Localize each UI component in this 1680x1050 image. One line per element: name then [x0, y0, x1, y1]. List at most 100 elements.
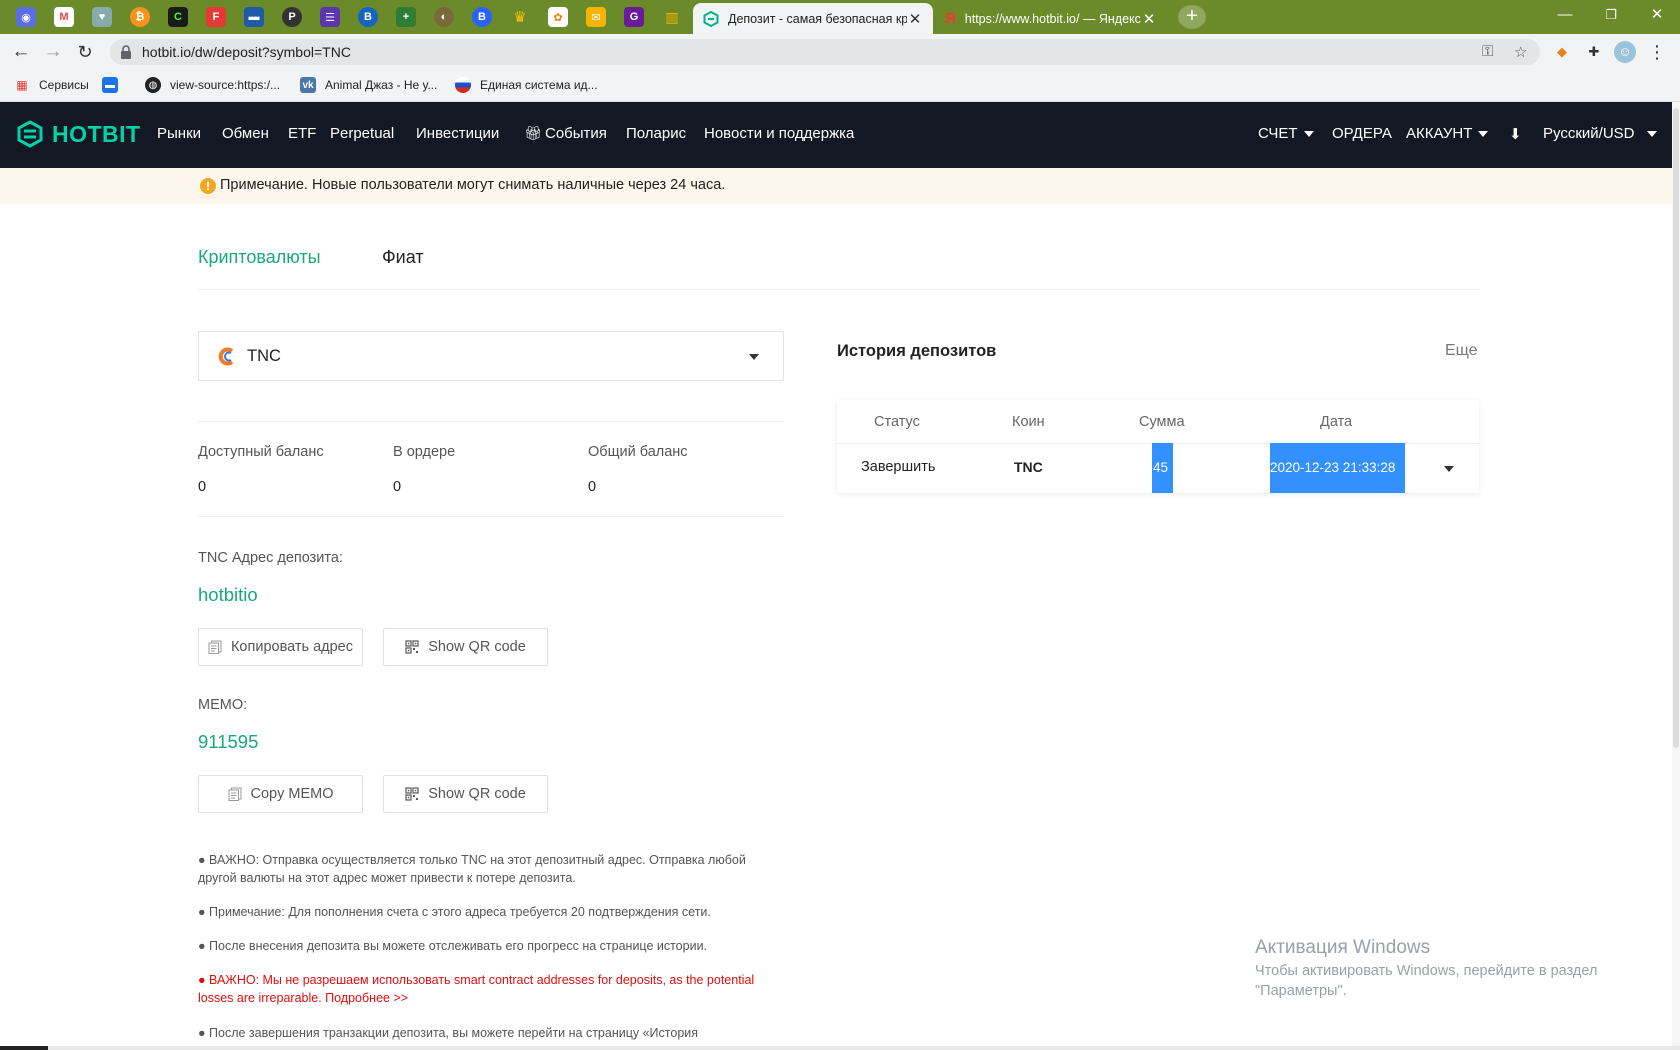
nav-perpetual[interactable]: Perpetual: [330, 125, 394, 142]
chart-tab-icon[interactable]: ▥: [662, 7, 682, 27]
close-tab-icon[interactable]: ✕: [1141, 10, 1157, 28]
tab-active-deposit[interactable]: Депозит - самая безопасная криптовалютна…: [693, 3, 933, 34]
site-header: HOTBIT Рынки Обмен ETF Perpetual Инвести…: [0, 102, 1672, 168]
key-icon[interactable]: ⚿: [1482, 43, 1493, 60]
note-smart-contract-warning[interactable]: ● ВАЖНО: Мы не разрешаем использовать sm…: [198, 971, 778, 1007]
show-qr-address-button[interactable]: Show QR code: [383, 628, 548, 666]
url-text: hotbit.io/dw/deposit?symbol=TNC: [142, 44, 351, 60]
chevron-down-icon: [1478, 131, 1489, 138]
column-header: Дата: [1320, 414, 1353, 430]
star-icon[interactable]: ☆: [1514, 43, 1527, 61]
windows-activation-text: Чтобы активировать Windows, перейдите в …: [1255, 963, 1598, 999]
row-coin: TNC: [1014, 459, 1043, 475]
tab-favicon-icon[interactable]: C: [168, 7, 188, 27]
nav-news-support[interactable]: Новости и поддержка: [704, 125, 854, 142]
tab-title: https://www.hotbit.io/ — Яндекс: [964, 11, 1141, 26]
apps-grid-icon: ▦: [16, 78, 28, 92]
forward-arrow-icon[interactable]: →: [40, 39, 66, 65]
nav-profile-label: АККАУНТ: [1406, 125, 1473, 142]
menu-dots-icon[interactable]: ⋮: [1646, 41, 1668, 63]
expand-row-icon[interactable]: [1444, 466, 1454, 472]
nav-exchange[interactable]: Обмен: [222, 125, 269, 142]
minimize-window-button[interactable]: —: [1542, 0, 1588, 30]
coin-select[interactable]: TNC: [198, 331, 784, 381]
mail-tab-icon[interactable]: ✉: [586, 7, 606, 27]
nav-account-label: СЧЕТ: [1258, 125, 1298, 142]
note-confirmations: ● Примечание: Для пополнения счета с это…: [198, 905, 711, 919]
bookmark-gosuslugi[interactable]: Единая система ид...: [455, 77, 598, 93]
nav-events[interactable]: События: [545, 125, 607, 142]
total-balance-value: 0: [588, 479, 597, 495]
tab-favicon-icon[interactable]: ◉: [16, 7, 36, 27]
tnc-coin-icon: [218, 347, 234, 366]
tab-fiat[interactable]: Фиат: [382, 247, 424, 268]
scrollbar-thumb[interactable]: [1673, 108, 1679, 748]
tab-favicon-icon[interactable]: G: [624, 7, 644, 27]
copy-address-label: Копировать адрес: [230, 639, 353, 655]
deposit-address-label: TNC Адрес депозита:: [198, 550, 343, 566]
copy-icon: [228, 787, 241, 801]
bookmark-services[interactable]: ▦ Сервисы: [14, 77, 89, 93]
nav-language-label: Русский/USD: [1543, 125, 1635, 142]
bitcoin-tab-icon[interactable]: ₿: [130, 7, 150, 27]
close-tab-icon[interactable]: ✕: [907, 10, 923, 28]
plus-tab-icon[interactable]: +: [396, 7, 416, 27]
download-icon[interactable]: ⬇: [1509, 125, 1522, 143]
tab-favicon-icon[interactable]: ▬: [244, 7, 264, 27]
hotbit-logo[interactable]: HOTBIT: [16, 120, 141, 148]
metamask-fox-icon[interactable]: ◆: [1551, 41, 1573, 63]
tabs-divider: [198, 289, 1479, 290]
memo-value[interactable]: 911595: [198, 731, 258, 753]
list-tab-icon[interactable]: ☰: [320, 7, 340, 27]
nav-polaris[interactable]: Поларис: [626, 125, 686, 142]
bookmark-label: view-source:https:/...: [170, 78, 281, 92]
available-balance-label: Доступный баланс: [198, 444, 324, 460]
in-order-value: 0: [393, 479, 402, 495]
restore-window-button[interactable]: ❐: [1588, 0, 1634, 30]
deposit-address[interactable]: hotbitio: [198, 584, 258, 606]
back-arrow-icon[interactable]: ←: [8, 39, 34, 65]
tab-favicon-icon[interactable]: B: [472, 7, 492, 27]
lock-icon[interactable]: [120, 45, 132, 59]
new-tab-button[interactable]: +: [1178, 5, 1206, 29]
gmail-tab-icon[interactable]: M: [54, 7, 74, 27]
nav-account-menu[interactable]: СЧЕТ: [1258, 125, 1314, 142]
avatar[interactable]: ☺: [1614, 41, 1636, 63]
windows-activation-title: Активация Windows: [1255, 937, 1431, 958]
bookmark-view-source[interactable]: ◍ view-source:https:/...: [145, 77, 280, 93]
nav-markets[interactable]: Рынки: [157, 125, 201, 142]
tab-yandex[interactable]: Я https://www.hotbit.io/ — Яндекс ✕: [935, 3, 1167, 34]
row-date: 2020-12-23 21:33:28: [1270, 443, 1405, 493]
bookmark-chat[interactable]: ▬: [102, 77, 127, 93]
reload-icon[interactable]: ↻: [72, 39, 98, 65]
show-qr-memo-button[interactable]: Show QR code: [383, 775, 548, 813]
tab-favicon-icon[interactable]: B: [358, 7, 378, 27]
note-history: ● После внесения депозита вы можете отсл…: [198, 939, 708, 953]
nav-investments[interactable]: Инвестиции: [416, 125, 499, 142]
tab-favicon-icon[interactable]: ◐: [434, 7, 454, 27]
copy-memo-button[interactable]: Copy MEMO: [198, 775, 363, 813]
tab-favicon-icon[interactable]: ✿: [548, 7, 568, 27]
tab-favicon-icon[interactable]: F: [206, 7, 226, 27]
address-bar[interactable]: hotbit.io/dw/deposit?symbol=TNC ⚿ ☆: [110, 39, 1540, 65]
bookmark-vk[interactable]: vk Animal Джаз - Не у...: [300, 77, 437, 93]
tab-favicon-icon[interactable]: P: [282, 7, 302, 27]
qr-code-icon: [405, 640, 419, 654]
history-table: Статус Коин Сумма Дата Завершить TNC 45 …: [837, 400, 1479, 493]
nav-language[interactable]: Русский/USD: [1543, 125, 1657, 142]
history-more-link[interactable]: Еще: [1445, 342, 1478, 360]
nav-orders[interactable]: ОРДЕРА: [1332, 125, 1392, 142]
selected-coin: TNC: [247, 347, 281, 365]
nav-etf[interactable]: ETF: [288, 125, 316, 142]
copy-address-button[interactable]: Копировать адрес: [198, 628, 363, 666]
bookmark-label: Сервисы: [39, 78, 89, 92]
close-window-button[interactable]: ✕: [1634, 0, 1680, 30]
taskbar-start: [0, 1046, 48, 1050]
row-status: Завершить: [861, 459, 936, 475]
nav-profile-menu[interactable]: АККАУНТ: [1406, 125, 1489, 142]
crown-tab-icon[interactable]: ♛: [510, 7, 530, 27]
shield-tab-icon[interactable]: ♥: [92, 7, 112, 27]
tab-crypto[interactable]: Криптовалюты: [198, 247, 321, 268]
puzzle-extensions-icon[interactable]: ✚: [1583, 41, 1605, 63]
chevron-down-icon: [1303, 131, 1314, 138]
